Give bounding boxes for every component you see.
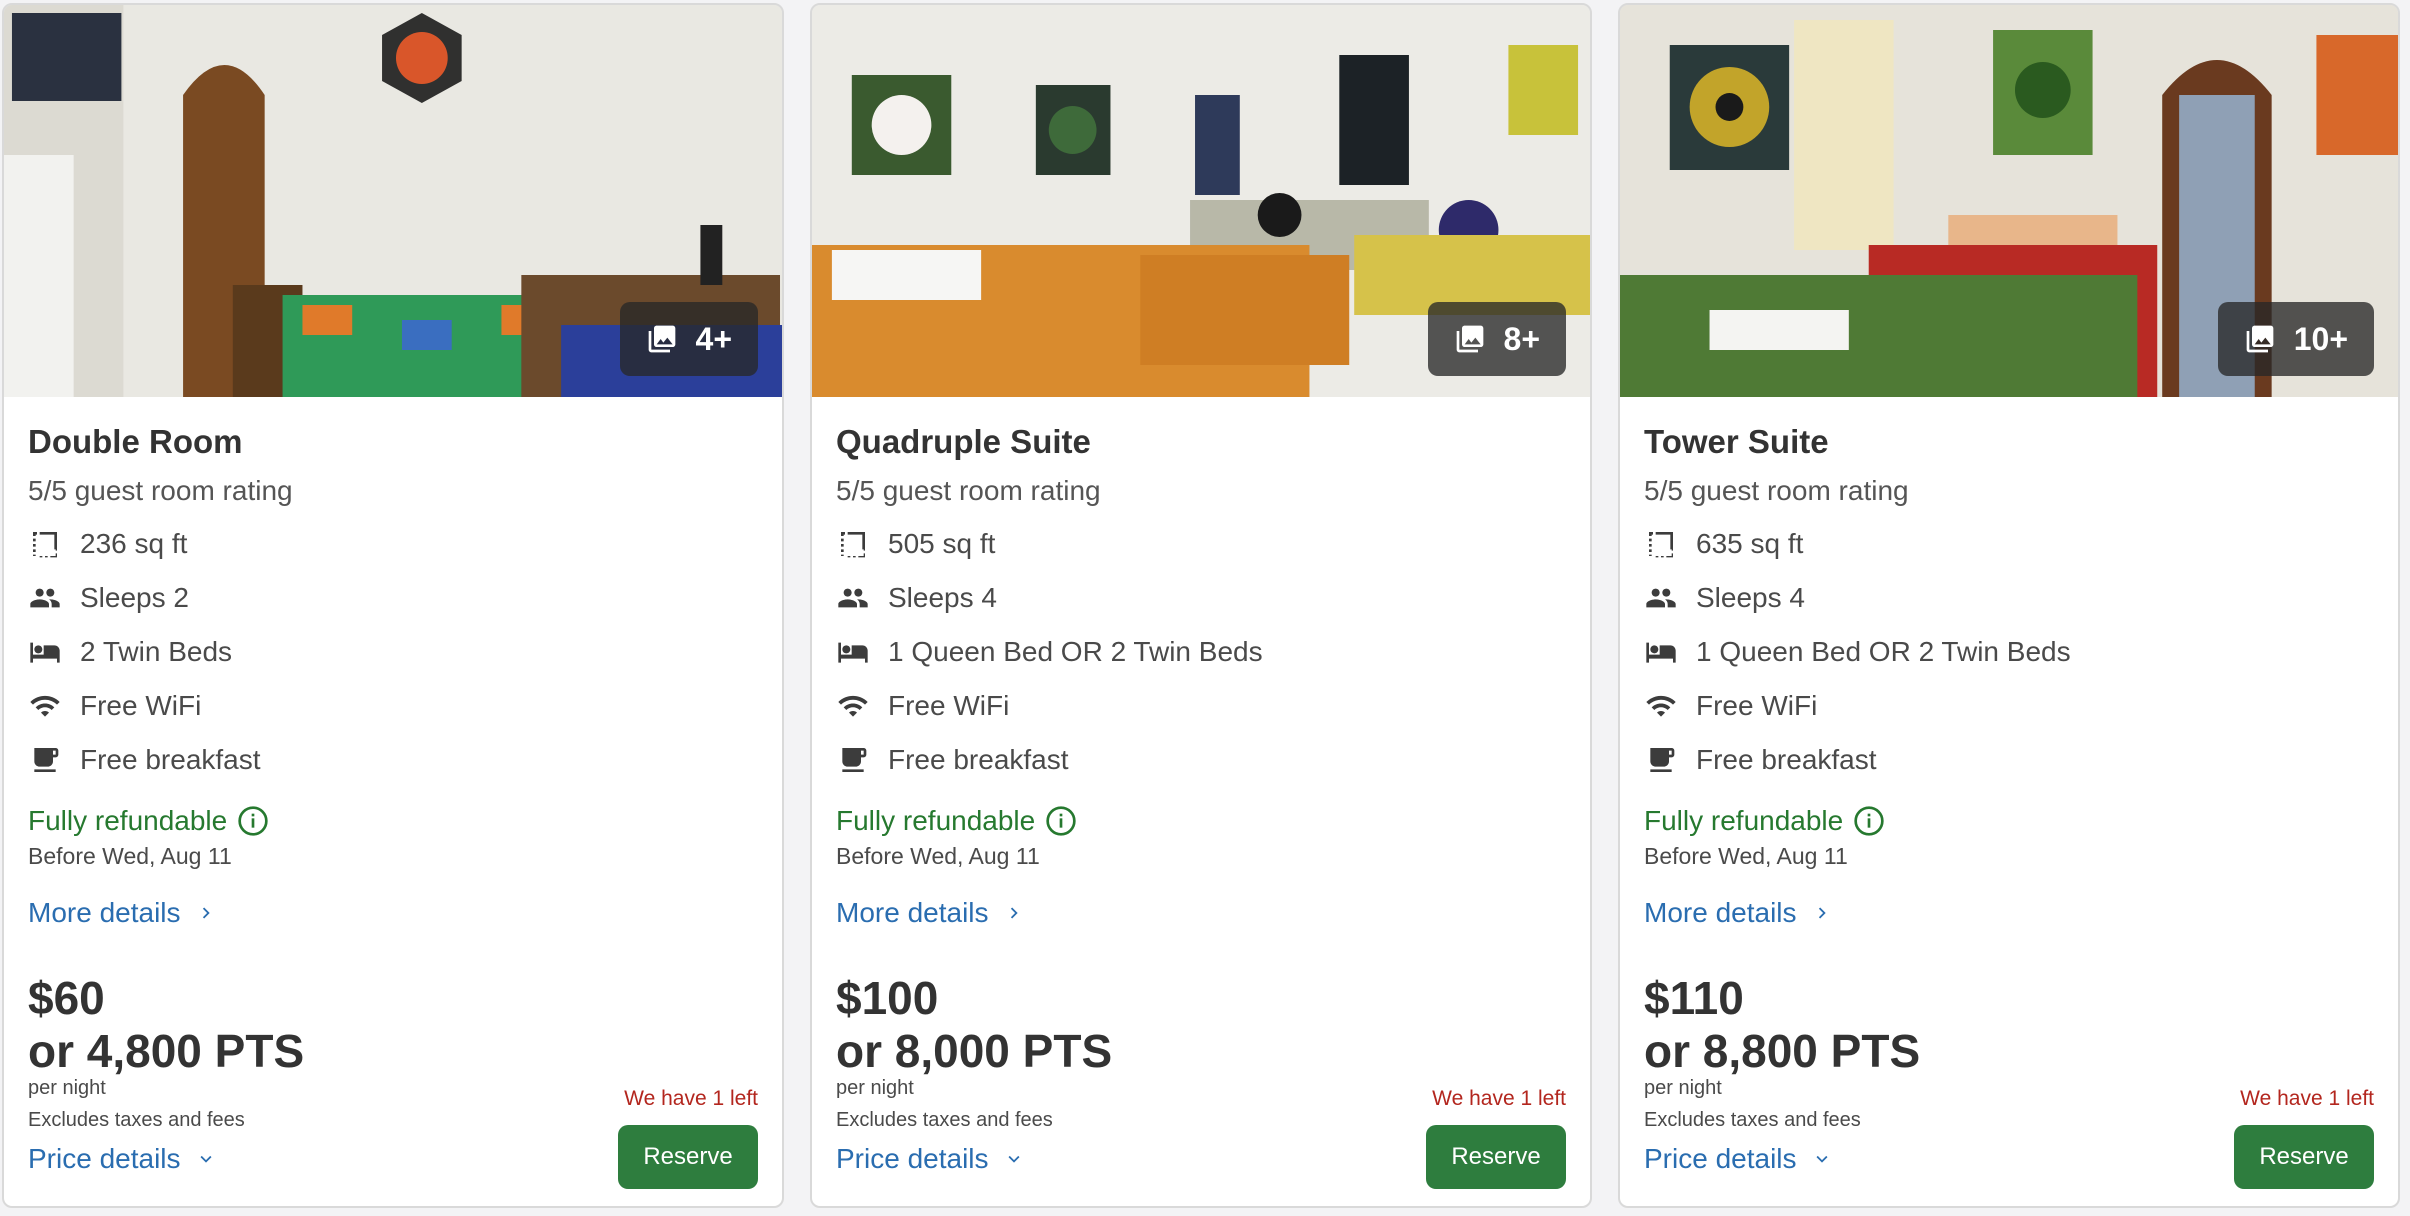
image-gallery-icon [2246, 325, 2274, 353]
amenity-breakfast: Free breakfast [28, 743, 261, 777]
room-card: 8+ Quadruple Suite 5/5 guest room rating… [810, 3, 1592, 1208]
price-points: or 8,800 PTS [1644, 1025, 1921, 1077]
availability-note: We have 1 left [2240, 1087, 2374, 1110]
photo-gallery-button[interactable]: 10+ [2217, 302, 2374, 376]
floor-plan-icon [841, 532, 865, 558]
chevron-right-icon [1818, 907, 1826, 919]
amenity-size: 236 sq ft [28, 527, 187, 561]
price-details-link[interactable]: Price details [1644, 1143, 1833, 1175]
room-name: Quadruple Suite [836, 423, 1091, 460]
photo-count: 10+ [2293, 320, 2348, 357]
more-details-link[interactable]: More details [1644, 897, 1833, 929]
floor-plan-icon [33, 532, 57, 558]
chevron-down-icon [200, 1155, 212, 1163]
info-icon[interactable] [1045, 805, 1077, 837]
room-photo[interactable]: 10+ [1620, 5, 2398, 397]
room-name: Double Room [28, 423, 243, 460]
amenity-breakfast: Free breakfast [836, 743, 1069, 777]
price-amount: $110 [1644, 972, 1744, 1024]
room-rating: 5/5 guest room rating [28, 475, 293, 506]
amenity-beds: 1 Queen Bed OR 2 Twin Beds [836, 635, 1263, 669]
bed-icon [838, 642, 868, 663]
room-photo[interactable]: 8+ [812, 5, 1590, 397]
info-icon[interactable] [237, 805, 269, 837]
more-details-link[interactable]: More details [28, 897, 217, 929]
wifi-icon [838, 695, 868, 717]
amenity-wifi: Free WiFi [28, 689, 201, 723]
room-card: 4+ Double Room 5/5 guest room rating 236… [2, 3, 784, 1208]
people-icon [1646, 588, 1676, 608]
refund-deadline: Before Wed, Aug 11 [1644, 843, 1848, 869]
amenity-occupancy: Sleeps 2 [28, 581, 189, 615]
coffee-icon [34, 748, 59, 772]
amenity-occupancy: Sleeps 4 [836, 581, 997, 615]
photo-count: 4+ [695, 320, 732, 357]
chevron-down-icon [1008, 1155, 1020, 1163]
amenity-size: 635 sq ft [1644, 527, 1803, 561]
room-photo[interactable]: 4+ [4, 5, 782, 397]
excludes-taxes-label: Excludes taxes and fees [836, 1109, 1053, 1131]
amenity-occupancy: Sleeps 4 [1644, 581, 1805, 615]
wifi-icon [1646, 695, 1676, 717]
room-card: 10+ Tower Suite 5/5 guest room rating 63… [1618, 3, 2400, 1208]
excludes-taxes-label: Excludes taxes and fees [28, 1109, 245, 1131]
amenity-breakfast: Free breakfast [1644, 743, 1877, 777]
chevron-right-icon [1010, 907, 1018, 919]
people-icon [838, 588, 868, 608]
coffee-icon [1650, 748, 1675, 772]
refund-status: Fully refundable [1644, 805, 1885, 837]
chevron-down-icon [1816, 1155, 1828, 1163]
price-details-link[interactable]: Price details [836, 1143, 1025, 1175]
amenity-wifi: Free WiFi [836, 689, 1009, 723]
photo-count: 8+ [1503, 320, 1540, 357]
refund-status: Fully refundable [836, 805, 1077, 837]
reserve-button[interactable]: Reserve [618, 1125, 758, 1189]
floor-plan-icon [1649, 532, 1673, 558]
amenity-wifi: Free WiFi [1644, 689, 1817, 723]
per-night-label: per night [836, 1077, 914, 1099]
image-gallery-icon [1456, 325, 1483, 353]
bed-icon [1646, 642, 1676, 663]
price-points: or 8,000 PTS [836, 1025, 1113, 1077]
room-rating: 5/5 guest room rating [1644, 475, 1909, 506]
photo-gallery-button[interactable]: 8+ [1427, 302, 1566, 376]
availability-note: We have 1 left [1432, 1087, 1566, 1110]
info-icon[interactable] [1853, 805, 1885, 837]
reserve-button[interactable]: Reserve [1426, 1125, 1566, 1189]
price-points: or 4,800 PTS [28, 1025, 305, 1077]
amenity-beds: 1 Queen Bed OR 2 Twin Beds [1644, 635, 2071, 669]
room-rating: 5/5 guest room rating [836, 475, 1101, 506]
chevron-right-icon [202, 907, 210, 919]
image-gallery-icon [648, 325, 675, 353]
reserve-button[interactable]: Reserve [2234, 1125, 2374, 1189]
refund-status: Fully refundable [28, 805, 269, 837]
per-night-label: per night [1644, 1077, 1722, 1099]
price-amount: $100 [836, 972, 939, 1024]
room-name: Tower Suite [1644, 423, 1829, 460]
price-amount: $60 [28, 972, 105, 1024]
availability-note: We have 1 left [624, 1087, 758, 1110]
more-details-link[interactable]: More details [836, 897, 1025, 929]
wifi-icon [30, 695, 60, 717]
refund-deadline: Before Wed, Aug 11 [28, 843, 232, 869]
people-icon [30, 588, 60, 608]
excludes-taxes-label: Excludes taxes and fees [1644, 1109, 1861, 1131]
per-night-label: per night [28, 1077, 106, 1099]
coffee-icon [842, 748, 867, 772]
refund-deadline: Before Wed, Aug 11 [836, 843, 1040, 869]
bed-icon [30, 642, 60, 663]
amenity-beds: 2 Twin Beds [28, 635, 232, 669]
price-details-link[interactable]: Price details [28, 1143, 217, 1175]
amenity-size: 505 sq ft [836, 527, 995, 561]
photo-gallery-button[interactable]: 4+ [619, 302, 758, 376]
